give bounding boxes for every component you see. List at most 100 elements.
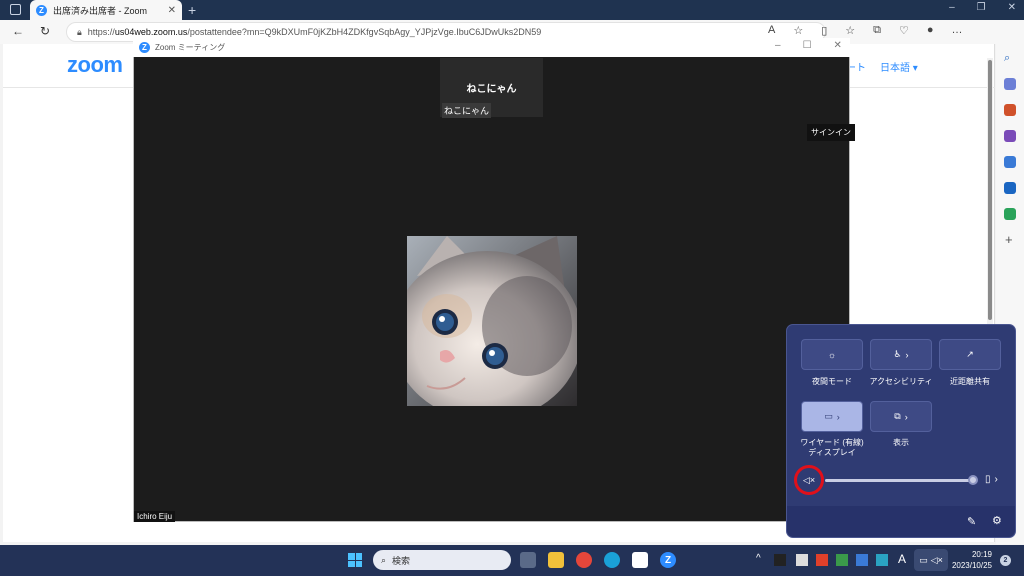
edit-quick-settings-icon[interactable]: ✎ <box>967 515 976 528</box>
zoom-taskbar-icon[interactable]: Z <box>660 552 676 568</box>
tray-app-icon[interactable] <box>876 554 888 566</box>
sidebar-search-icon[interactable]: ⌕ <box>1004 52 1016 64</box>
language-selector[interactable]: 日本語 ▾ <box>880 59 918 74</box>
nearby-share-button[interactable]: ↗ <box>939 339 1001 370</box>
taskbar <box>0 545 1024 576</box>
back-button[interactable]: ← <box>12 24 24 38</box>
participant-name-label: ねこにゃん <box>442 103 492 118</box>
notification-badge[interactable]: 2 <box>1000 555 1011 566</box>
audio-output-button[interactable]: ▯ › <box>985 474 998 485</box>
participant-video-cat <box>407 236 577 406</box>
start-logo-tile <box>348 560 355 567</box>
task-view-icon[interactable] <box>520 552 536 568</box>
taskbar-clock[interactable]: 20:19 2023/10/25 <box>950 549 992 571</box>
notepad-icon[interactable] <box>632 552 648 568</box>
tray-app-icon[interactable] <box>774 554 786 566</box>
start-button[interactable] <box>348 553 362 567</box>
favorite-icon[interactable]: ☆ <box>793 24 803 37</box>
clock-time: 20:19 <box>971 550 992 559</box>
zoom-window-controls: – ☐ ✕ <box>775 40 842 51</box>
chevron-right-icon: › <box>905 349 909 360</box>
tab-actions-icon[interactable] <box>10 4 21 15</box>
participant-tile-name: ねこにゃん <box>466 84 517 95</box>
volume-mute-button[interactable]: ◁× <box>794 465 824 495</box>
accessibility-icon: ♿ <box>893 349 902 359</box>
project-icon: ⧉ <box>894 411 901 421</box>
tray-app-icon[interactable] <box>796 554 808 566</box>
share-icon: ↗ <box>966 349 974 359</box>
chevron-right-icon: › <box>836 411 840 422</box>
sidebar-shopping-icon[interactable] <box>1004 78 1016 90</box>
sidebar-add-icon[interactable]: + <box>1005 232 1013 247</box>
clock-date: 2023/10/25 <box>951 561 992 570</box>
sidebar-tools-icon[interactable] <box>1004 104 1016 116</box>
network-volume-tray-button[interactable]: ▭ ◁× <box>914 549 948 571</box>
profile-avatar[interactable]: ● <box>927 24 934 37</box>
search-placeholder: 検索 <box>392 555 411 566</box>
url-text: https://us04web.zoom.us/postattendee?mn=… <box>87 27 542 37</box>
volume-slider[interactable] <box>825 479 973 482</box>
chevron-right-icon: › <box>994 474 998 485</box>
page-scrollbar-thumb[interactable] <box>988 60 992 320</box>
speaker-muted-icon: ◁× <box>802 474 816 485</box>
more-menu-icon[interactable]: … <box>952 24 963 37</box>
tab-title: 出席済み出席者 - Zoom <box>53 5 148 16</box>
tray-app-icon[interactable] <box>836 554 848 566</box>
zoom-maximize-button[interactable]: ☐ <box>803 40 812 51</box>
night-light-button[interactable]: ☼ <box>801 339 863 370</box>
edge-icon[interactable] <box>604 552 620 568</box>
tab-close-icon[interactable]: ✕ <box>168 5 176 16</box>
start-logo-tile <box>355 560 362 567</box>
project-label: 表示 <box>893 438 909 447</box>
speaker-muted-icon: ◁× <box>930 554 943 565</box>
reload-button[interactable]: ↻ <box>40 24 50 38</box>
show-hidden-icons-button[interactable]: ^ <box>756 553 761 564</box>
minimize-button[interactable]: – <box>949 2 955 13</box>
night-light-label: 夜間モード <box>812 377 852 386</box>
browser-tab[interactable]: Z 出席済み出席者 - Zoom ✕ <box>30 0 182 20</box>
cast-icon: ▭ <box>824 411 833 421</box>
new-tab-button[interactable]: + <box>188 2 196 18</box>
restore-button[interactable]: ❐ <box>977 2 986 13</box>
ime-indicator[interactable]: A <box>898 552 906 566</box>
zoom-app-icon: Z <box>139 42 150 53</box>
chrome-icon[interactable] <box>576 552 592 568</box>
collections-icon[interactable]: ⧉ <box>873 24 881 37</box>
quick-settings-footer <box>787 506 1015 537</box>
zoom-logo[interactable]: zoom <box>67 52 123 78</box>
accessibility-button[interactable]: ♿ › <box>870 339 932 370</box>
chevron-right-icon: › <box>904 411 908 422</box>
close-button[interactable]: ✕ <box>1008 2 1016 13</box>
nearby-share-label: 近距離共有 <box>950 377 990 386</box>
file-explorer-icon[interactable] <box>548 552 564 568</box>
browser-window-controls: – ❐ ✕ <box>949 2 1016 13</box>
tray-app-icon[interactable] <box>816 554 828 566</box>
zoom-minimize-button[interactable]: – <box>775 40 781 51</box>
zoom-window-titlebar[interactable]: Z Zoom ミーティング <box>133 38 850 57</box>
sidebar-games-icon[interactable] <box>1004 130 1016 142</box>
wired-display-label: ワイヤード (有線) ディスプレイ <box>800 438 864 457</box>
wired-display-button[interactable]: ▭ › <box>801 401 863 432</box>
taskbar-search[interactable]: ⌕ 検索 <box>373 550 511 570</box>
search-icon: ⌕ <box>381 554 387 565</box>
network-icon: ▭ <box>919 554 928 565</box>
read-aloud-icon[interactable]: A <box>768 24 775 37</box>
project-button[interactable]: ⧉ › <box>870 401 932 432</box>
lock-icon[interactable]: 🔒︎ <box>77 27 82 38</box>
tray-app-icon[interactable] <box>856 554 868 566</box>
toolbar-icons: A ☆ ▯ ☆ ⧉ ♡ ● … <box>768 24 963 37</box>
signin-button[interactable]: サインイン <box>807 124 855 141</box>
sidebar-office-icon[interactable] <box>1004 156 1016 168</box>
speaker-device-icon: ▯ <box>985 474 991 485</box>
night-light-icon: ☼ <box>827 349 837 360</box>
settings-gear-icon[interactable]: ⚙ <box>992 514 1002 527</box>
zoom-close-button[interactable]: ✕ <box>834 40 842 51</box>
browser-essentials-icon[interactable]: ♡ <box>899 24 909 37</box>
sidebar-outlook-icon[interactable] <box>1004 182 1016 194</box>
split-screen-icon[interactable]: ▯ <box>821 24 827 37</box>
start-logo-tile <box>355 553 362 560</box>
sidebar-designer-icon[interactable] <box>1004 208 1016 220</box>
volume-slider-thumb[interactable] <box>968 475 978 485</box>
zoom-favicon-icon: Z <box>36 4 47 16</box>
favorites-icon[interactable]: ☆ <box>845 24 855 37</box>
